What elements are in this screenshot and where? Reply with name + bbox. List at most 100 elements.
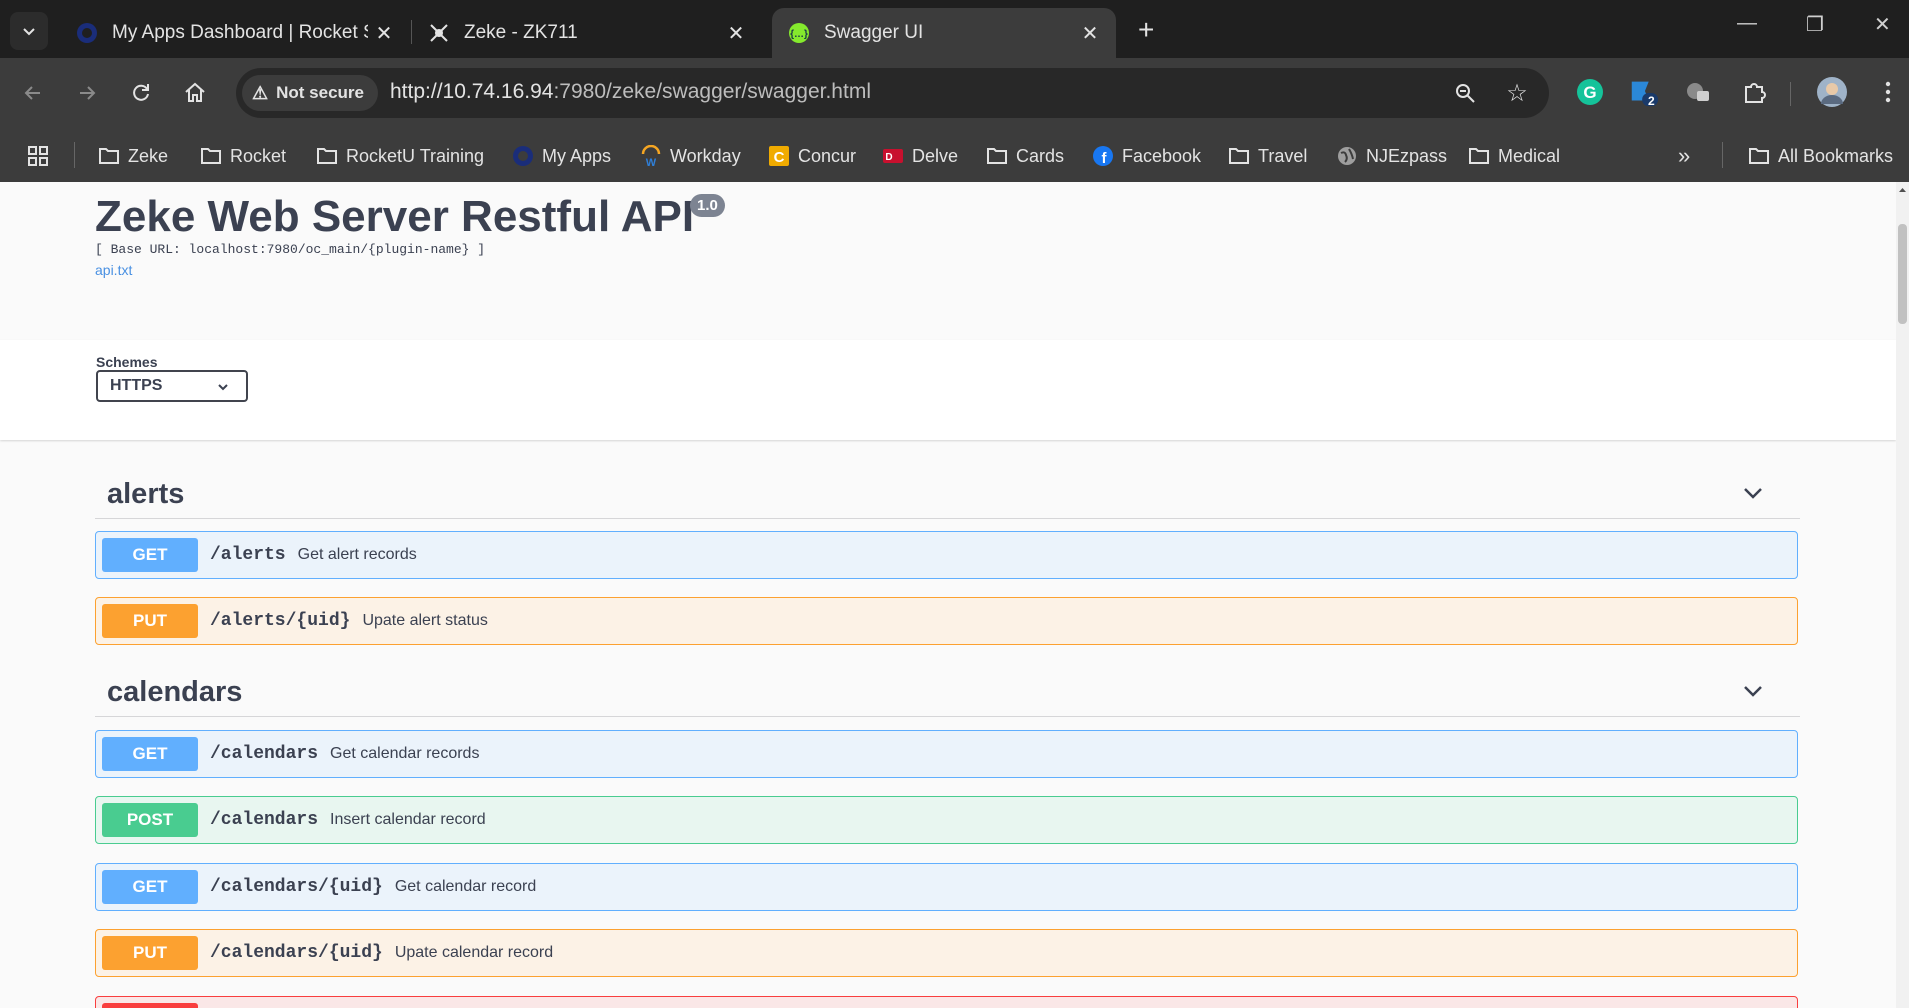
apps-grid-button[interactable]: [26, 142, 50, 170]
scrollbar-thumb[interactable]: [1898, 224, 1907, 324]
tab-search-button[interactable]: [10, 12, 48, 50]
svg-text:C: C: [774, 149, 785, 166]
svg-text:{…}: {…}: [790, 29, 808, 40]
warning-icon: ⚠: [252, 82, 269, 103]
tab-swagger-ui[interactable]: {…} Swagger UI ✕: [772, 8, 1116, 58]
url-text[interactable]: http://10.74.16.94:7980/zeke/swagger/swa…: [390, 80, 871, 104]
grammarly-extension-icon[interactable]: G: [1574, 76, 1606, 108]
operation-get-alerts[interactable]: GET /alerts Get alert records: [95, 531, 1798, 579]
folder-icon: [1468, 145, 1490, 167]
operation-put-calendars-uid[interactable]: PUT /calendars/{uid} Upate calendar reco…: [95, 929, 1798, 977]
chevron-down-icon[interactable]: [1742, 680, 1764, 702]
scroll-up-icon[interactable]: [1896, 184, 1909, 196]
bookmark-label: Workday: [670, 145, 741, 166]
menu-kebab-icon[interactable]: [1872, 76, 1904, 108]
bookmark-label: My Apps: [542, 145, 612, 166]
operation-path: /calendars/{uid}: [210, 877, 383, 897]
method-badge: GET: [102, 737, 198, 771]
bookmark-label: Medical: [1498, 145, 1561, 166]
api-info: Zeke Web Server Restful API 1.0 [ Base U…: [0, 182, 1896, 340]
address-bar[interactable]: ⚠ Not secure http://10.74.16.94:7980/zek…: [236, 68, 1549, 118]
operation-path: /calendars: [210, 810, 319, 830]
more-bookmarks-icon[interactable]: »: [1678, 142, 1690, 170]
bookmark-label: Concur: [798, 145, 857, 166]
close-tab-icon[interactable]: ✕: [720, 21, 752, 46]
operation-get-calendars[interactable]: GET /calendars Get calendar records: [95, 730, 1798, 778]
workday-logo-icon: W: [640, 145, 662, 167]
bookmark-workday[interactable]: W Workday: [640, 142, 741, 170]
extension-badge-icon[interactable]: 2: [1628, 76, 1660, 108]
chevron-down-icon: [218, 384, 228, 391]
method-badge: PUT: [102, 936, 198, 970]
bookmark-label: NJEzpass: [1366, 145, 1448, 166]
close-tab-icon[interactable]: ✕: [1074, 21, 1106, 46]
globe-icon: [1336, 145, 1358, 167]
bookmark-cards[interactable]: Cards: [986, 142, 1064, 170]
facebook-logo-icon: f: [1092, 145, 1114, 167]
bookmark-njezpass[interactable]: NJEzpass: [1336, 142, 1447, 170]
home-button[interactable]: [180, 78, 210, 108]
operation-path: /calendars: [210, 744, 319, 764]
delve-logo-icon: D: [882, 145, 904, 167]
all-bookmarks-button[interactable]: All Bookmarks: [1748, 142, 1893, 170]
folder-icon: [98, 145, 120, 167]
operation-summary: Get calendar record: [394, 878, 537, 895]
api-txt-link[interactable]: api.txt: [95, 262, 132, 278]
operation-get-calendars-uid[interactable]: GET /calendars/{uid} Get calendar record: [95, 863, 1798, 911]
minimize-icon[interactable]: —: [1737, 12, 1757, 35]
star-icon[interactable]: ☆: [1504, 80, 1530, 107]
browser-toolbar: ⚠ Not secure http://10.74.16.94:7980/zek…: [0, 58, 1909, 130]
close-window-icon[interactable]: ✕: [1874, 12, 1891, 37]
method-badge: PUT: [102, 604, 198, 638]
back-button[interactable]: [18, 78, 48, 108]
forward-button[interactable]: [72, 78, 102, 108]
bookmark-label: Rocket: [230, 145, 287, 166]
operation-put-alerts-uid[interactable]: PUT /alerts/{uid} Upate alert status: [95, 597, 1798, 645]
bookmark-facebook[interactable]: f Facebook: [1092, 142, 1201, 170]
close-tab-icon[interactable]: ✕: [368, 21, 400, 46]
section-header[interactable]: alerts: [95, 462, 1800, 519]
folder-icon: [986, 145, 1008, 167]
section-calendars: calendars: [95, 660, 1800, 717]
operation-summary: Get calendar records: [330, 745, 480, 762]
schemes-select[interactable]: HTTPS: [96, 370, 248, 402]
tab-strip: My Apps Dashboard | Rocket So ✕ Zeke - Z…: [0, 0, 1909, 58]
new-tab-icon[interactable]: +: [1138, 14, 1154, 46]
bookmark-delve[interactable]: D Delve: [882, 142, 958, 170]
bookmark-my-apps[interactable]: My Apps: [512, 142, 611, 170]
concur-logo-icon: C: [768, 145, 790, 167]
restore-icon[interactable]: ❐: [1806, 12, 1824, 37]
bookmark-concur[interactable]: C Concur: [768, 142, 856, 170]
base-url: [ Base URL: localhost:7980/oc_main/{plug…: [95, 242, 486, 257]
folder-icon: [1748, 145, 1770, 167]
section-alerts: alerts: [95, 462, 1800, 519]
bookmarks-divider: [74, 142, 75, 168]
bookmark-rocketu-training[interactable]: RocketU Training: [316, 142, 484, 170]
puzzle-extensions-icon[interactable]: [1738, 76, 1770, 108]
operation-summary: Get alert records: [297, 546, 417, 563]
rocket-logo-icon: [77, 23, 97, 43]
site-info-button[interactable]: ⚠ Not secure: [242, 75, 379, 111]
operation-delete-calendars-uid[interactable]: [95, 996, 1798, 1008]
bookmark-zeke[interactable]: Zeke: [98, 142, 168, 170]
reload-button[interactable]: [126, 78, 156, 108]
method-badge: POST: [102, 803, 198, 837]
chevron-down-icon[interactable]: [1742, 482, 1764, 504]
bookmark-medical[interactable]: Medical: [1468, 142, 1560, 170]
method-badge: GET: [102, 870, 198, 904]
bookmark-label: Delve: [912, 145, 959, 166]
zoom-icon[interactable]: [1452, 80, 1478, 106]
security-label: Not secure: [276, 83, 365, 102]
extension-badge-count: 2: [1648, 94, 1655, 108]
tab-my-apps-dashboard[interactable]: My Apps Dashboard | Rocket So ✕: [60, 8, 410, 58]
profile-avatar[interactable]: [1816, 76, 1848, 108]
bookmark-label: Travel: [1258, 145, 1308, 166]
svg-text:W: W: [646, 157, 657, 167]
rocket-logo-icon: [512, 145, 534, 167]
bookmark-rocket[interactable]: Rocket: [200, 142, 286, 170]
section-header[interactable]: calendars: [95, 660, 1800, 717]
bookmark-travel[interactable]: Travel: [1228, 142, 1307, 170]
extension-icon[interactable]: [1682, 76, 1714, 108]
tab-zeke[interactable]: Zeke - ZK711 ✕: [412, 8, 762, 58]
operation-post-calendars[interactable]: POST /calendars Insert calendar record: [95, 796, 1798, 844]
